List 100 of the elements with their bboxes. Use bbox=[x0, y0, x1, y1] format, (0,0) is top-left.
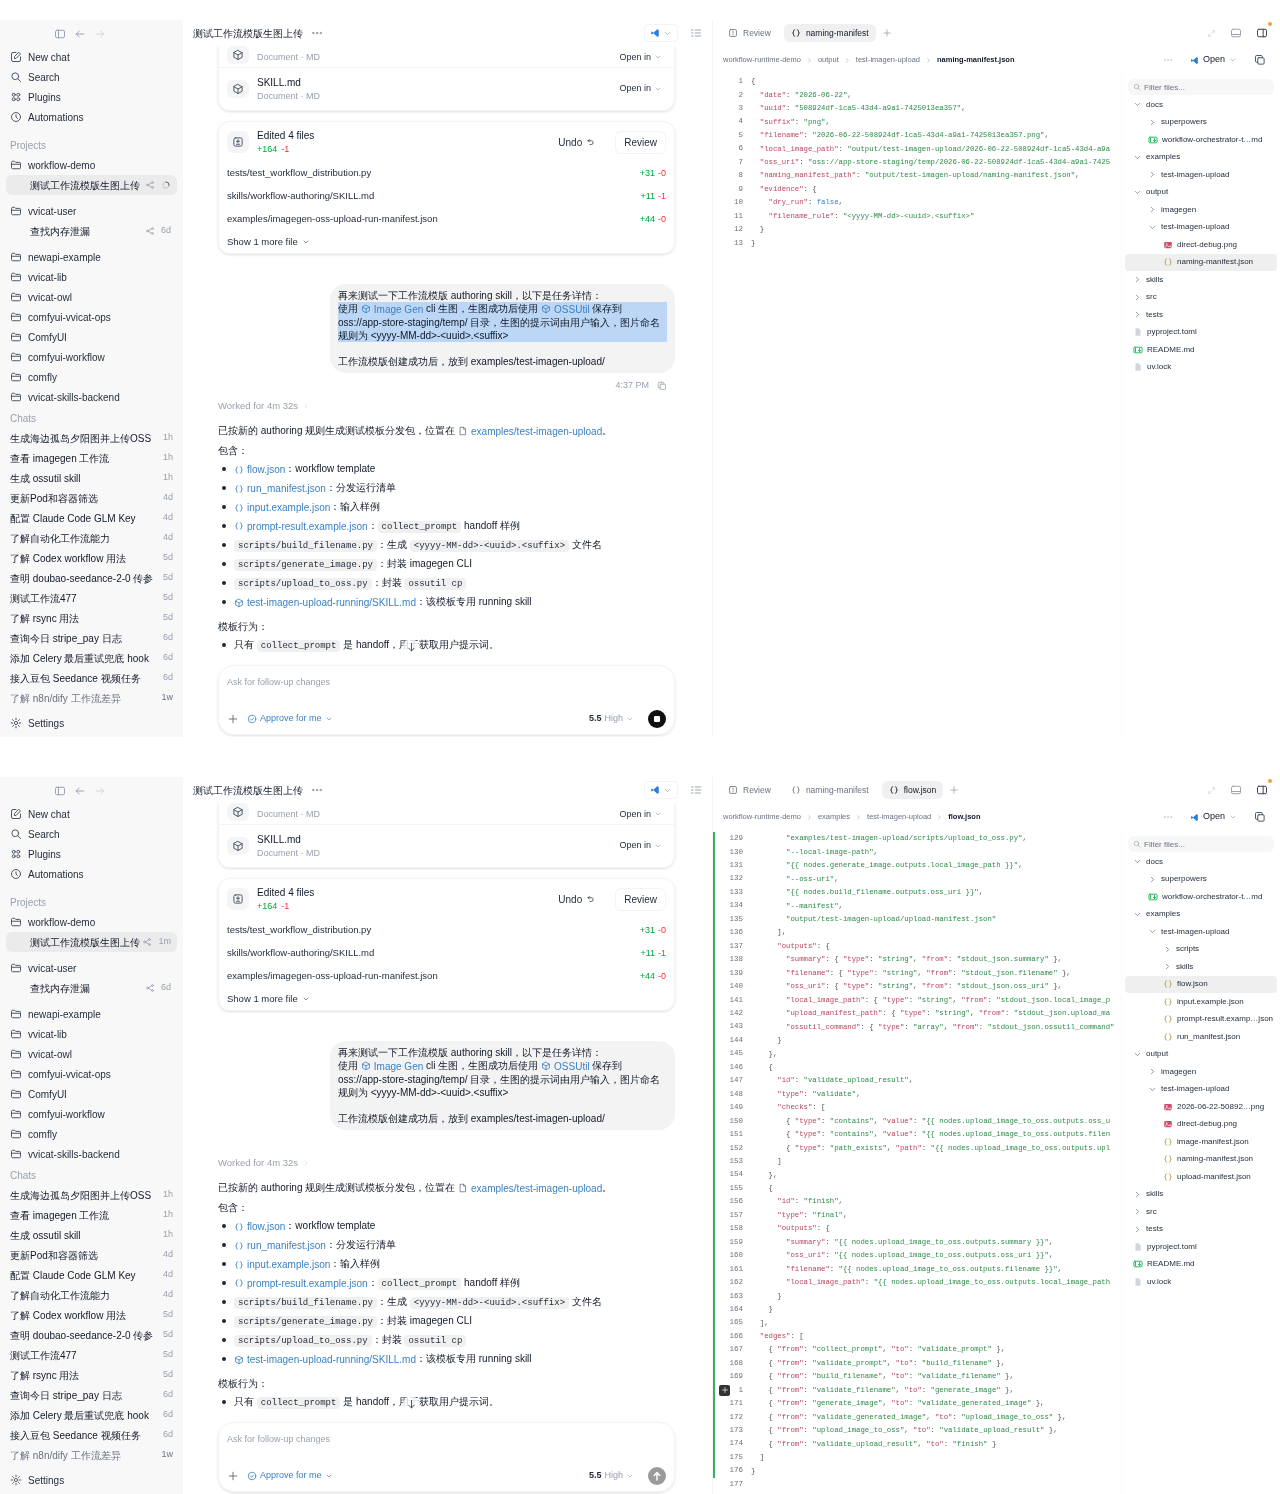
tree-item[interactable]: tests bbox=[1125, 306, 1277, 324]
tree-item[interactable]: src bbox=[1125, 288, 1277, 306]
tree-item[interactable]: superpowers bbox=[1125, 870, 1278, 888]
project-item[interactable]: vvicat-skills-backend bbox=[6, 1144, 177, 1164]
project-item[interactable]: newapi-example bbox=[6, 1004, 177, 1024]
task-list-icon[interactable] bbox=[690, 27, 702, 39]
open-in-editor-button[interactable] bbox=[644, 24, 678, 42]
project-item[interactable]: workflow-demo bbox=[6, 912, 177, 932]
tree-item[interactable]: skills bbox=[1125, 958, 1278, 976]
expand-icon[interactable] bbox=[1207, 785, 1217, 795]
open-button[interactable]: Open bbox=[1185, 808, 1243, 826]
tree-item[interactable]: run_manifest.json bbox=[1125, 1028, 1278, 1046]
skill-link[interactable]: test-imagen-upload-running/SKILL.md bbox=[234, 595, 416, 611]
file-link[interactable]: input.example.json bbox=[234, 1257, 331, 1273]
tree-item[interactable]: test-imagen-upload bbox=[1125, 1080, 1278, 1098]
tree-item[interactable]: input.example.json bbox=[1125, 993, 1278, 1011]
chat-item[interactable]: 查看 imagegen 工作流 1h bbox=[6, 448, 177, 468]
tree-item[interactable]: superpowers bbox=[1125, 113, 1277, 131]
nav-item[interactable]: Search bbox=[6, 824, 177, 844]
terminal-icon[interactable] bbox=[1230, 784, 1243, 796]
project-item[interactable]: vvicat-user bbox=[6, 201, 177, 221]
message-input[interactable]: Ask for follow-up changes bbox=[227, 1429, 527, 1449]
stop-button[interactable] bbox=[648, 710, 666, 728]
tree-item[interactable]: scripts bbox=[1125, 940, 1278, 958]
tree-item[interactable]: README.md bbox=[1125, 341, 1277, 359]
add-icon[interactable] bbox=[227, 1470, 239, 1482]
chat-item[interactable]: 添加 Celery 最后重试兜底 hook 6d bbox=[6, 1405, 177, 1425]
undo-button[interactable]: Undo bbox=[554, 891, 600, 907]
chat-item[interactable]: 生成 ossutil skill 1h bbox=[6, 1225, 177, 1245]
tree-item[interactable]: flow.json bbox=[1125, 975, 1278, 993]
tree-item[interactable]: docs bbox=[1125, 96, 1277, 114]
project-item[interactable]: comfly bbox=[6, 1124, 177, 1144]
file-link[interactable]: flow.json bbox=[234, 462, 286, 478]
thread-item[interactable]: 测试工作流模版生图上传 bbox=[6, 175, 177, 195]
editor-tab[interactable]: Review bbox=[721, 781, 778, 799]
file-link[interactable]: input.example.json bbox=[234, 500, 331, 516]
editor-tab[interactable]: naming-manifest bbox=[783, 781, 876, 799]
project-item[interactable]: comfyui-vvicat-ops bbox=[6, 1064, 177, 1084]
open-in-button[interactable]: Open in bbox=[615, 50, 666, 64]
expand-icon[interactable] bbox=[1207, 28, 1216, 38]
review-button[interactable]: Review bbox=[615, 887, 666, 911]
tree-item[interactable]: direct-debug.png bbox=[1125, 1115, 1278, 1133]
forward-icon[interactable] bbox=[94, 28, 106, 40]
project-item[interactable]: vvicat-user bbox=[6, 958, 177, 978]
project-item[interactable]: ComfyUI bbox=[6, 1084, 177, 1104]
chat-item[interactable]: 测试工作流477 5d bbox=[6, 588, 177, 608]
file-link[interactable]: run_manifest.json bbox=[234, 481, 326, 497]
project-item[interactable]: vvicat-owl bbox=[6, 1044, 177, 1064]
approval-dropdown[interactable]: Approve for me bbox=[247, 712, 333, 726]
project-item[interactable]: ComfyUI bbox=[6, 327, 177, 347]
terminal-icon[interactable] bbox=[1230, 27, 1242, 39]
tree-item[interactable]: test-imagen-upload bbox=[1125, 923, 1278, 941]
undo-button[interactable]: Undo bbox=[554, 134, 600, 150]
model-dropdown[interactable]: 5.5 High bbox=[588, 712, 634, 726]
chat-item[interactable]: 查看 imagegen 工作流 1h bbox=[6, 1205, 177, 1225]
tree-item[interactable]: README.md bbox=[1125, 1255, 1278, 1273]
tree-item[interactable]: upload-manifest.json bbox=[1125, 1168, 1278, 1186]
chat-item[interactable]: 查询今日 stripe_pay 日志 6d bbox=[6, 628, 177, 648]
chat-item[interactable]: 生成海边孤岛夕阳图并上传OSS 1h bbox=[6, 428, 177, 448]
project-item[interactable]: newapi-example bbox=[6, 247, 177, 267]
tree-item[interactable]: uv.lock bbox=[1125, 358, 1277, 376]
tree-item[interactable]: 2026-06-22-50892…png bbox=[1125, 1098, 1278, 1116]
tree-item[interactable]: skills bbox=[1125, 271, 1277, 289]
tree-item[interactable]: direct-debug.png bbox=[1125, 236, 1277, 254]
chat-item[interactable]: 测试工作流477 5d bbox=[6, 1345, 177, 1365]
chat-item[interactable]: 查明 doubao-seedance-2-0 传参 5d bbox=[6, 1325, 177, 1345]
copy-icon[interactable] bbox=[1254, 811, 1267, 823]
open-in-button[interactable]: Open in bbox=[615, 82, 666, 96]
tree-item[interactable]: naming-manifest.json bbox=[1125, 253, 1277, 271]
tree-item[interactable]: output bbox=[1125, 1045, 1278, 1063]
chat-item[interactable]: 配置 Claude Code GLM Key 4d bbox=[6, 508, 177, 528]
tree-item[interactable]: test-imagen-upload bbox=[1125, 218, 1277, 236]
project-item[interactable]: vvicat-lib bbox=[6, 1024, 177, 1044]
file-link[interactable]: flow.json bbox=[234, 1219, 286, 1235]
review-button[interactable]: Review bbox=[615, 130, 666, 154]
chat-item[interactable]: 了解 n8n/dify 工作流差异 1w bbox=[6, 688, 177, 708]
tree-item[interactable]: tests bbox=[1125, 1220, 1278, 1238]
editor-tab[interactable]: naming-manifest bbox=[783, 24, 876, 42]
tree-item[interactable]: test-imagen-upload bbox=[1125, 166, 1277, 184]
chat-item[interactable]: 接入豆包 Seedance 视频任务 6d bbox=[6, 668, 177, 688]
skill-link[interactable]: test-imagen-upload-running/SKILL.md bbox=[234, 1352, 416, 1368]
settings-button[interactable]: Settings bbox=[6, 713, 177, 733]
nav-item[interactable]: Automations bbox=[6, 107, 177, 127]
project-item[interactable]: comfyui-workflow bbox=[6, 347, 177, 367]
task-list-icon[interactable] bbox=[690, 784, 702, 796]
show-more-button[interactable]: Show 1 more file bbox=[219, 231, 674, 253]
chat-item[interactable]: 了解 Codex workflow 用法 5d bbox=[6, 548, 177, 568]
project-item[interactable]: comfly bbox=[6, 367, 177, 387]
back-icon[interactable] bbox=[74, 28, 86, 40]
chat-item[interactable]: 了解自动化工作流能力 4d bbox=[6, 1285, 177, 1305]
chat-item[interactable]: 添加 Celery 最后重试兜底 hook 6d bbox=[6, 648, 177, 668]
tree-item[interactable]: prompt-result.examp…json bbox=[1125, 1010, 1278, 1028]
filter-field[interactable]: Filter files... bbox=[1128, 79, 1274, 95]
thread-item[interactable]: 查找内存泄漏 6d bbox=[6, 978, 177, 998]
add-icon[interactable] bbox=[227, 713, 239, 725]
chat-item[interactable]: 了解 rsync 用法 5d bbox=[6, 608, 177, 628]
copy-icon[interactable] bbox=[1254, 54, 1266, 66]
thread-item[interactable]: 测试工作流模版生图上传 1m bbox=[6, 932, 177, 952]
chat-item[interactable]: 更新Pod和容器筛选 4d bbox=[6, 488, 177, 508]
tree-item[interactable]: examples bbox=[1125, 148, 1277, 166]
